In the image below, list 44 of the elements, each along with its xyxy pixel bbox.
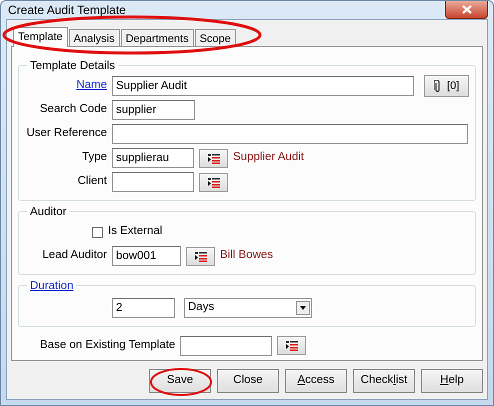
checkbox[interactable]	[92, 226, 103, 238]
tab[interactable]: Scope	[194, 29, 236, 46]
type-description: Supplier Audit	[233, 150, 304, 166]
list-icon	[206, 176, 220, 188]
lookup-button[interactable]	[186, 246, 215, 266]
dialog-button[interactable]: Save	[149, 369, 211, 393]
field-label: Client	[76, 174, 107, 190]
attachment-count: [0]	[447, 78, 460, 94]
lookup-button[interactable]	[199, 172, 228, 192]
input-field[interactable]	[112, 172, 194, 192]
tab[interactable]: Analysis	[68, 29, 120, 46]
list-icon	[284, 340, 299, 351]
dialog-button[interactable]: Close	[217, 369, 279, 393]
paperclip-icon	[434, 80, 442, 92]
field-label: User Reference	[25, 126, 107, 142]
dialog-button[interactable]: Access	[285, 369, 347, 393]
list-icon	[194, 250, 208, 262]
attachments-button[interactable]: [0]	[424, 75, 469, 97]
input-field[interactable]: supplier	[112, 100, 195, 120]
close-button[interactable]	[445, 1, 488, 19]
input-field[interactable]: supplierau	[112, 148, 194, 168]
window-title: Create Audit Template	[7, 2, 126, 19]
field-link[interactable]: Name	[25, 77, 107, 95]
dialog-button[interactable]: Help	[421, 369, 483, 393]
auditor-name: Bill Bowes	[220, 248, 274, 264]
input-field[interactable]: Supplier Audit	[112, 76, 414, 96]
lookup-button[interactable]	[199, 148, 228, 168]
field-label: Lead Auditor	[41, 248, 107, 264]
dialog-button[interactable]: Checklist	[353, 369, 415, 393]
dropdown-value: Days	[188, 300, 214, 316]
field-label: Search Code	[38, 102, 107, 118]
checkbox-label: Is External	[108, 224, 162, 240]
lookup-button[interactable]	[277, 336, 306, 355]
input-field[interactable]	[112, 124, 468, 144]
close-icon	[462, 5, 472, 14]
list-icon	[206, 152, 220, 164]
field-label: Base on Existing Template	[40, 338, 176, 353]
input-field[interactable]: 2	[112, 298, 175, 318]
tab[interactable]: Departments	[120, 29, 194, 46]
input-field[interactable]: bow001	[112, 246, 181, 266]
tab[interactable]: Template	[13, 27, 68, 47]
field-label: Type	[81, 150, 107, 166]
unit-dropdown[interactable]: Days	[184, 298, 312, 318]
input-field[interactable]	[180, 336, 272, 356]
